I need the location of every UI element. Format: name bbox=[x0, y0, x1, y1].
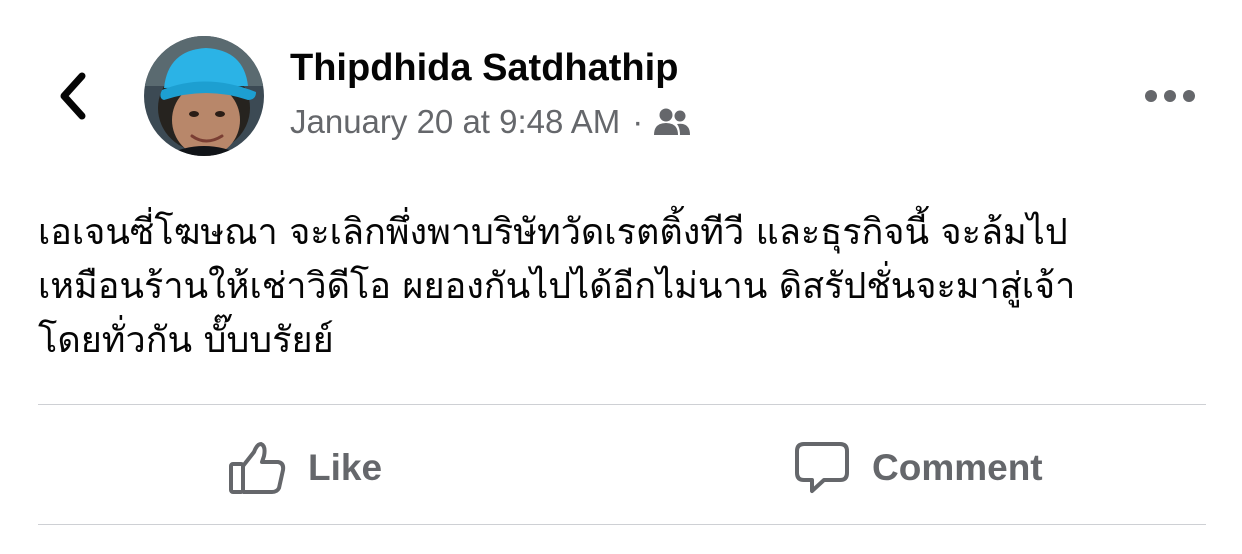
thumbs-up-icon bbox=[228, 440, 286, 496]
comment-button[interactable]: Comment bbox=[794, 428, 1043, 508]
author-name[interactable]: Thipdhida Satdhathip bbox=[290, 47, 678, 90]
meta-separator: · bbox=[632, 103, 644, 140]
post-timestamp[interactable]: January 20 at 9:48 AM bbox=[290, 103, 620, 141]
avatar[interactable] bbox=[144, 36, 264, 156]
post-meta: January 20 at 9:48 AM · bbox=[290, 100, 691, 144]
comment-label: Comment bbox=[872, 447, 1043, 488]
post-text-line: เอเจนซี่โฆษณา จะเลิกพึ่งพาบริษัทวัดเรตติ… bbox=[38, 212, 1068, 253]
more-options-button[interactable] bbox=[1134, 76, 1206, 116]
post-text-line: เหมือนร้านให้เช่าวิดีโอ ผยองกันไปได้อีกไ… bbox=[38, 266, 1076, 307]
friends-icon bbox=[654, 108, 691, 135]
chevron-left-icon bbox=[60, 72, 86, 120]
audience-selector[interactable] bbox=[653, 107, 691, 137]
divider-top bbox=[38, 404, 1206, 405]
post-body: เอเจนซี่โฆษณา จะเลิกพึ่งพาบริษัทวัดเรตติ… bbox=[38, 206, 1208, 368]
profile-photo bbox=[144, 36, 264, 156]
comment-bubble-icon bbox=[794, 440, 850, 496]
back-button[interactable] bbox=[44, 66, 100, 126]
like-button[interactable]: Like bbox=[228, 428, 382, 508]
like-label: Like bbox=[308, 447, 383, 488]
divider-bottom bbox=[38, 524, 1206, 525]
more-horizontal-icon bbox=[1145, 90, 1195, 102]
post-text-line: โดยทั่วกัน บั๊บบรัยย์ bbox=[38, 320, 334, 361]
